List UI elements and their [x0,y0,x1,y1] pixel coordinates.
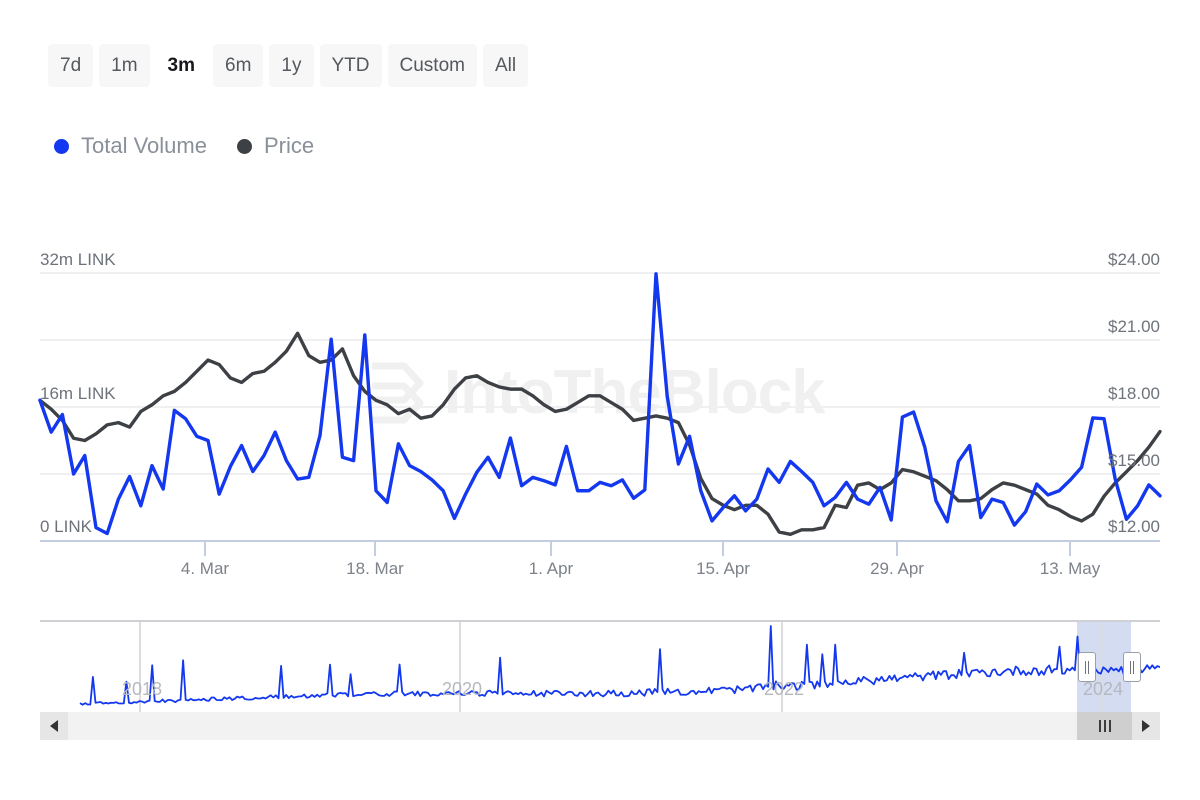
navigator-year-label-2018: 2018 [122,680,162,698]
chart-x-tickmarks [205,541,1070,556]
thumb-grip-line [1109,720,1111,732]
left-axis-label-0: 0 LINK [40,518,92,535]
chart-navigator[interactable]: 2018 2020 2022 2024 [40,620,1160,712]
handle-grip-line [1130,661,1131,674]
navigator-series-plot [40,620,1160,712]
navigator-volume-line [80,626,1160,705]
left-axis-label-32m: 32m LINK [40,251,116,268]
thumb-grip-line [1104,720,1106,732]
handle-grip-line [1085,661,1086,674]
right-axis-label-24: $24.00 [1108,251,1160,268]
right-axis-label-21: $21.00 [1108,318,1160,335]
handle-grip-line [1088,661,1089,674]
navigator-scrollbar[interactable] [40,712,1160,740]
x-tick-label-2: 1. Apr [529,560,573,577]
navigator-year-label-2020: 2020 [442,680,482,698]
x-tick-label-0: 4. Mar [181,560,229,577]
left-axis-label-16m: 16m LINK [40,385,116,402]
scrollbar-track[interactable] [68,712,1077,740]
scrollbar-right-button[interactable] [1132,712,1160,740]
navigator-year-label-2024: 2024 [1083,680,1123,698]
navigator-handle-left[interactable] [1078,652,1096,682]
chevron-right-icon [1142,720,1150,732]
chart-plot-area[interactable] [0,0,1200,600]
scrollbar-left-button[interactable] [40,712,68,740]
right-axis-label-12: $12.00 [1108,518,1160,535]
price-line [40,333,1160,534]
x-tick-label-5: 13. May [1040,560,1100,577]
x-tick-label-4: 29. Apr [870,560,924,577]
navigator-year-label-2022: 2022 [764,680,804,698]
total-volume-line [40,274,1160,534]
scrollbar-thumb[interactable] [1077,712,1132,740]
right-axis-label-15: $15.00 [1108,452,1160,469]
handle-grip-line [1133,661,1134,674]
x-tick-label-3: 15. Apr [696,560,750,577]
chevron-left-icon [50,720,58,732]
x-tick-label-1: 18. Mar [346,560,404,577]
right-axis-label-18: $18.00 [1108,385,1160,402]
navigator-handle-right[interactable] [1123,652,1141,682]
thumb-grip-line [1099,720,1101,732]
